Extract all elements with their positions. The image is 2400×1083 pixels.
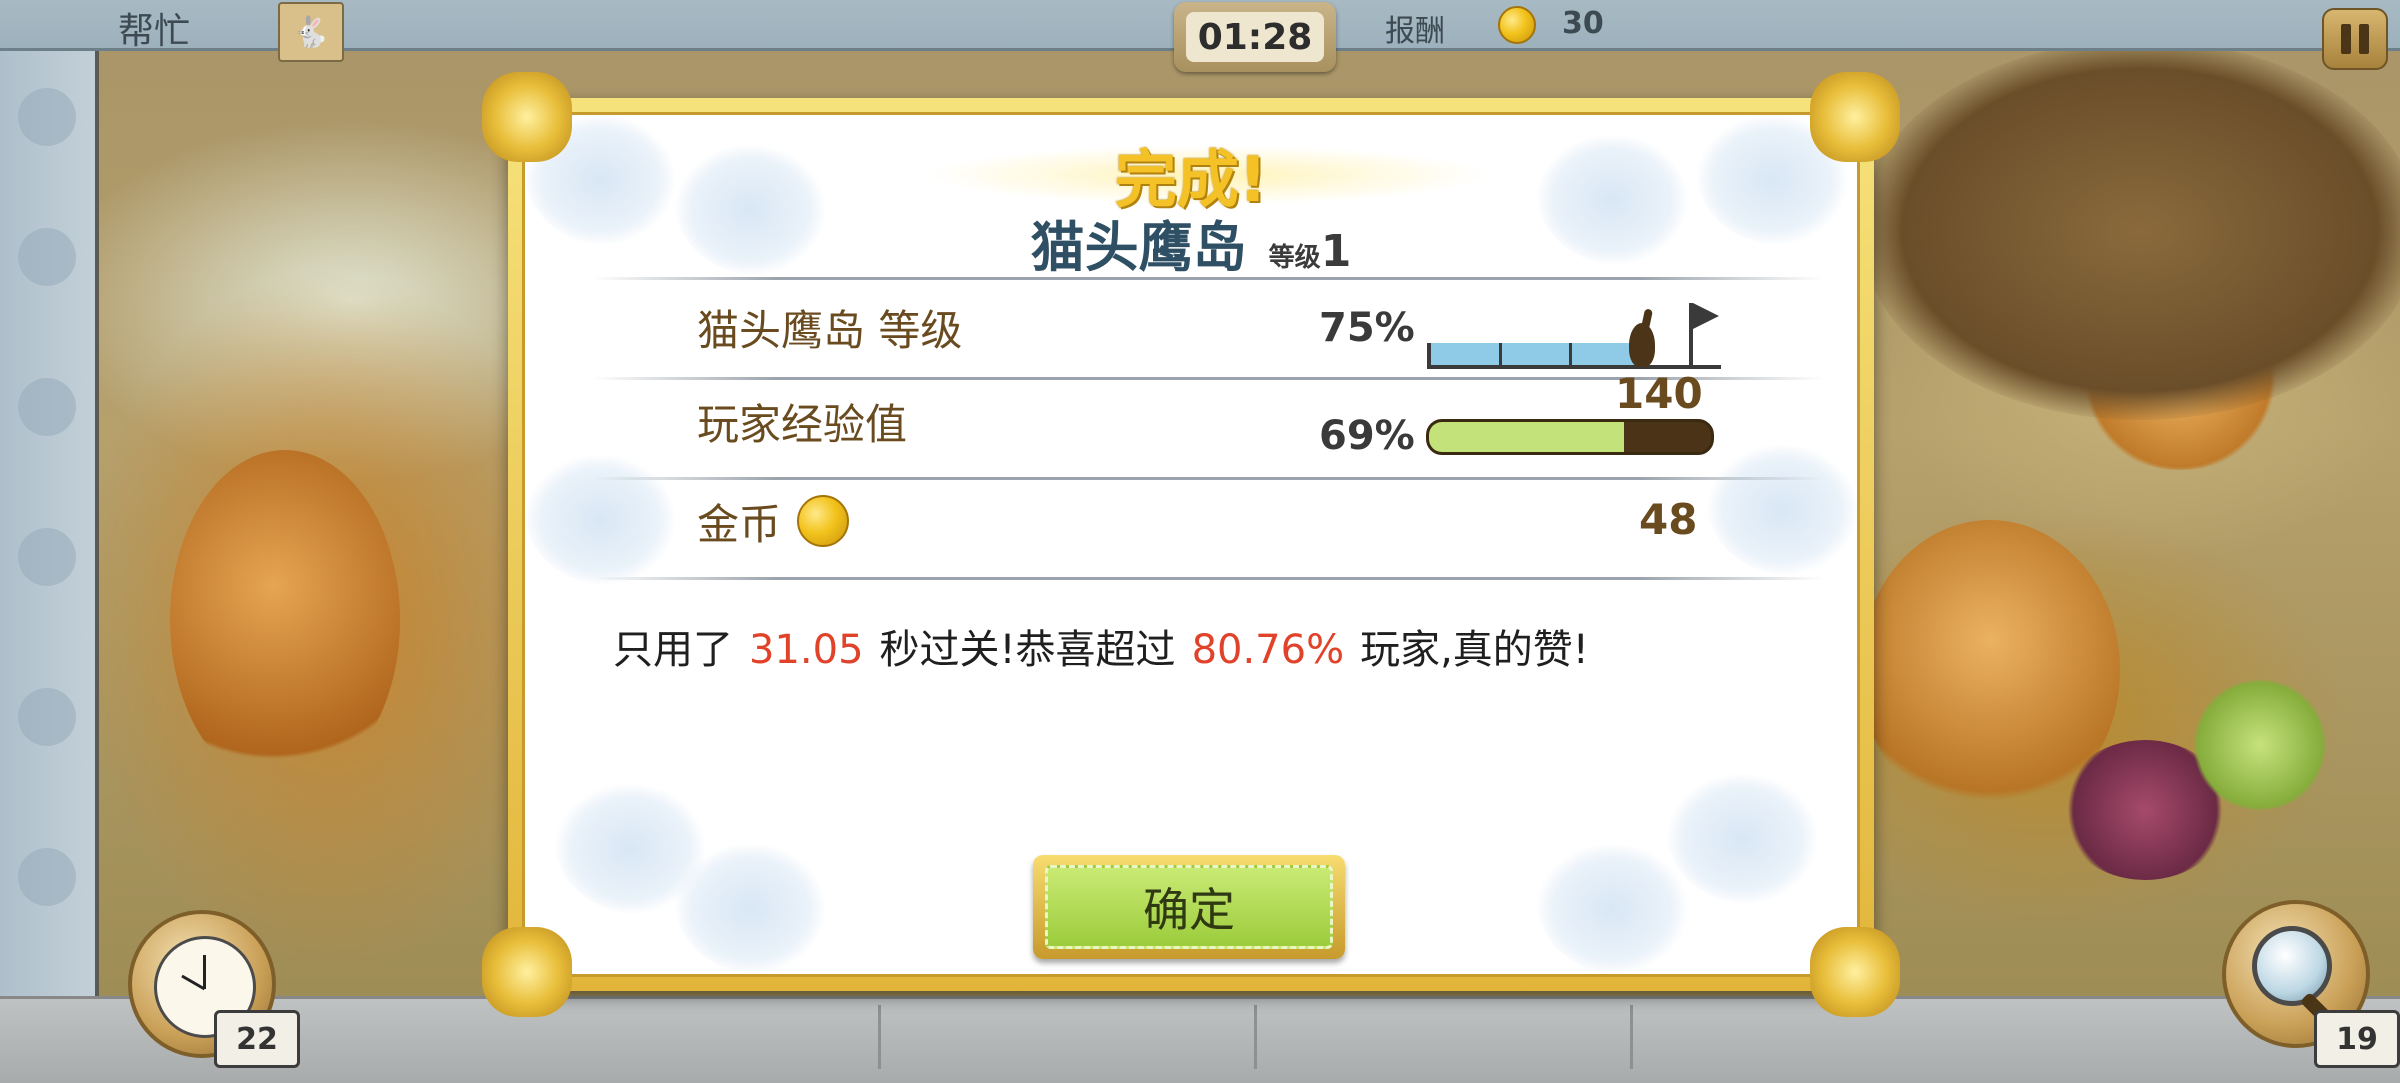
coins-label: 金币 bbox=[697, 500, 782, 549]
divider bbox=[593, 577, 1823, 580]
bottom-hud-bar bbox=[0, 996, 2400, 1083]
silhouette-item bbox=[18, 688, 76, 746]
pause-icon bbox=[2359, 24, 2369, 54]
clear-time: 31.05 bbox=[749, 627, 864, 673]
divider bbox=[593, 477, 1823, 480]
corner-ornament bbox=[482, 927, 572, 1017]
coins-value: 48 bbox=[1639, 495, 1698, 544]
tree-trunk bbox=[1860, 40, 2400, 420]
leaf-decoration bbox=[1537, 844, 1687, 974]
message-text: 玩家,真的赞! bbox=[1360, 627, 1589, 673]
island-level-percent: 75% bbox=[1319, 305, 1415, 351]
result-message: 只用了 31.05 秒过关!恭喜超过 80.76% 玩家,真的赞! bbox=[613, 617, 1589, 675]
level-label: 等级 bbox=[1268, 243, 1321, 273]
silhouette-item bbox=[18, 378, 76, 436]
item-silhouette-panel bbox=[0, 48, 99, 996]
level-title: 猫头鹰岛 等级1 bbox=[525, 203, 1857, 282]
leaf-decoration bbox=[675, 844, 825, 974]
silhouette-item bbox=[18, 228, 76, 286]
island-progress-track bbox=[1427, 343, 1721, 369]
message-text: 秒过关!恭喜超过 bbox=[879, 627, 1176, 673]
flag-icon bbox=[1693, 303, 1719, 329]
island-level-label: 猫头鹰岛 等级 bbox=[697, 306, 963, 355]
coin-icon bbox=[797, 495, 849, 547]
timer: 01:28 bbox=[1174, 2, 1336, 72]
silhouette-item bbox=[18, 848, 76, 906]
magnifier-count-badge: 19 bbox=[2314, 1010, 2400, 1068]
clock-hand bbox=[181, 974, 206, 991]
level-name: 猫头鹰岛 bbox=[1030, 216, 1247, 279]
green-grapes[interactable] bbox=[2190, 680, 2330, 810]
coin-icon bbox=[1498, 6, 1536, 44]
level-complete-dialog: 完成! 猫头鹰岛 等级1 猫头鹰岛 等级 75% 玩家经验值 140 69% 金币 bbox=[482, 72, 1900, 1017]
corner-ornament bbox=[482, 72, 572, 162]
corner-ornament bbox=[1810, 927, 1900, 1017]
help-label[interactable]: 帮忙 bbox=[118, 2, 190, 54]
divider bbox=[593, 277, 1823, 280]
leaf-decoration bbox=[1707, 445, 1857, 575]
player-xp-fill bbox=[1429, 422, 1624, 452]
magnifier-icon bbox=[2252, 926, 2332, 1006]
reward-value: 30 bbox=[1562, 6, 1604, 41]
clock-count-badge: 22 bbox=[214, 1010, 300, 1068]
reward-label: 报酬 bbox=[1385, 14, 1445, 49]
island-progress-fill bbox=[1431, 343, 1649, 365]
timer-value: 01:28 bbox=[1186, 12, 1324, 62]
divider bbox=[1630, 1005, 1633, 1069]
clock-hand bbox=[203, 955, 206, 989]
confirm-button[interactable]: 确定 bbox=[1033, 855, 1345, 959]
rabbit-icon[interactable]: 🐇 bbox=[278, 2, 344, 62]
player-xp-label: 玩家经验值 bbox=[697, 400, 908, 449]
rabbit-body bbox=[1628, 323, 1655, 367]
pause-button[interactable] bbox=[2322, 8, 2388, 70]
rabbit-icon bbox=[1628, 308, 1659, 367]
divider bbox=[1254, 1005, 1257, 1069]
leaf-decoration bbox=[525, 455, 675, 585]
confirm-button-label[interactable]: 确定 bbox=[1045, 865, 1333, 949]
player-xp-value: 140 bbox=[1615, 369, 1703, 418]
message-text: 只用了 bbox=[613, 627, 733, 673]
player-xp-bar bbox=[1426, 419, 1714, 455]
level-number: 1 bbox=[1320, 226, 1352, 277]
progress-tick bbox=[1499, 343, 1502, 365]
leaf-decoration bbox=[1667, 774, 1817, 904]
corner-ornament bbox=[1810, 72, 1900, 162]
silhouette-item bbox=[18, 528, 76, 586]
dialog-body: 完成! 猫头鹰岛 等级1 猫头鹰岛 等级 75% 玩家经验值 140 69% 金币 bbox=[522, 112, 1860, 977]
player-xp-percent: 69% bbox=[1319, 413, 1415, 459]
rank-percent: 80.76% bbox=[1191, 627, 1345, 673]
progress-tick bbox=[1569, 343, 1572, 365]
pause-icon bbox=[2341, 24, 2351, 54]
divider bbox=[878, 1005, 881, 1069]
squirrel-left[interactable] bbox=[170, 450, 400, 790]
silhouette-item bbox=[18, 88, 76, 146]
